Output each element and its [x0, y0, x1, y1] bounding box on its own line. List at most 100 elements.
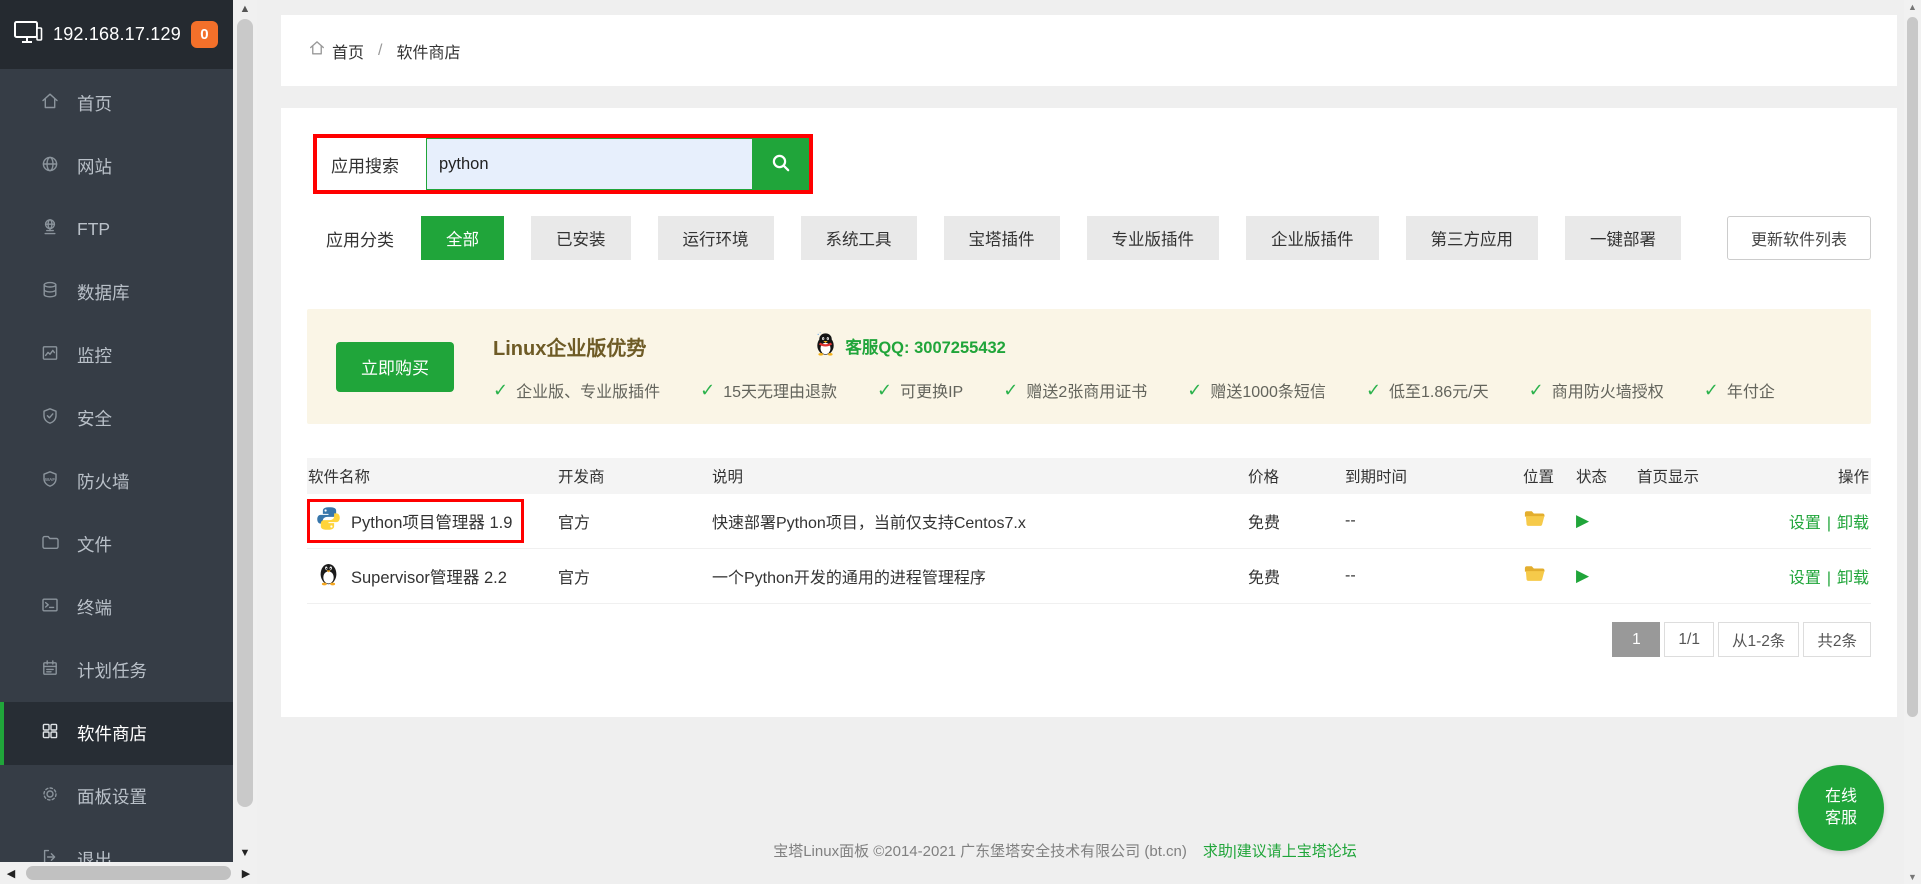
app-description: 快速部署Python项目，当前仅支持Centos7.x — [712, 509, 1248, 533]
sidebar-item-files[interactable]: 文件 — [0, 513, 233, 576]
page-range: 从1-2条 — [1718, 622, 1799, 657]
folder-icon[interactable] — [1523, 570, 1547, 587]
scroll-left-arrow-icon[interactable]: ◀ — [0, 867, 22, 880]
settings-link[interactable]: 设置 — [1789, 570, 1821, 587]
banner-title: Linux企业版优势 — [493, 332, 646, 361]
uninstall-link[interactable]: 卸载 — [1837, 515, 1869, 532]
server-monitor-icon — [13, 19, 43, 50]
vertical-scroll-thumb[interactable] — [237, 19, 253, 807]
page-scroll-thumb[interactable] — [1907, 17, 1918, 717]
tab-enterprise-plugins[interactable]: 企业版插件 — [1246, 216, 1379, 260]
page-vertical-scrollbar[interactable]: ▲ ▼ — [1904, 0, 1921, 884]
feature-item: ✓赠送1000条短信 — [1187, 378, 1326, 402]
app-price: 免费 — [1248, 564, 1345, 588]
feature-item: ✓商用防火墙授权 — [1529, 378, 1664, 402]
ftp-icon — [40, 217, 60, 242]
search-icon — [770, 152, 792, 177]
scroll-down-arrow-icon[interactable]: ▼ — [233, 847, 257, 859]
tab-all[interactable]: 全部 — [421, 216, 504, 260]
feature-item: ✓15天无理由退款 — [700, 378, 837, 402]
gear-icon — [40, 784, 60, 809]
tab-third-party[interactable]: 第三方应用 — [1406, 216, 1539, 260]
sidebar-item-settings[interactable]: 面板设置 — [0, 765, 233, 828]
check-icon: ✓ — [493, 380, 508, 401]
feature-list: ✓企业版、专业版插件 ✓15天无理由退款 ✓可更换IP ✓赠送2张商用证书 ✓赠… — [493, 378, 1775, 402]
feature-item: ✓可更换IP — [877, 378, 963, 402]
enterprise-promo-banner: 立即购买 Linux企业版优势 客服QQ: 3007255432 ✓企业版、专业… — [307, 309, 1871, 424]
tab-one-click-deploy[interactable]: 一键部署 — [1565, 216, 1681, 260]
folder-icon[interactable] — [1523, 515, 1547, 532]
app-search-group-annotated: 应用搜索 — [313, 134, 813, 194]
app-expire: -- — [1345, 512, 1523, 530]
check-icon: ✓ — [877, 380, 892, 401]
tab-installed[interactable]: 已安装 — [531, 216, 631, 260]
sidebar-item-security[interactable]: 安全 — [0, 387, 233, 450]
app-developer: 官方 — [558, 564, 712, 588]
database-icon — [40, 280, 60, 305]
check-icon: ✓ — [1366, 380, 1381, 401]
grid-icon — [40, 721, 60, 746]
buy-now-button[interactable]: 立即购买 — [336, 342, 454, 392]
support-qq[interactable]: 客服QQ: 3007255432 — [814, 331, 1006, 361]
page-number-current[interactable]: 1 — [1612, 622, 1660, 657]
server-ip[interactable]: 192.168.17.129 — [53, 24, 181, 45]
category-row: 应用分类 全部 已安装 运行环境 系统工具 宝塔插件 专业版插件 企业版插件 第… — [307, 216, 1871, 260]
uninstall-link[interactable]: 卸载 — [1837, 570, 1869, 587]
logout-icon — [40, 847, 60, 862]
sidebar-item-terminal[interactable]: 终端 — [0, 576, 233, 639]
sidebar-item-database[interactable]: 数据库 — [0, 261, 233, 324]
shield-check-icon — [40, 406, 60, 431]
breadcrumb-home-link[interactable]: 首页 — [308, 39, 364, 63]
table-row-supervisor-manager: Supervisor管理器 2.2 官方 一个Python开发的通用的进程管理程… — [307, 549, 1871, 604]
table-header-row: 软件名称 开发商 说明 价格 到期时间 位置 状态 首页显示 操作 — [307, 458, 1871, 494]
sidebar-item-logout[interactable]: 退出 — [0, 828, 233, 862]
running-status-icon[interactable]: ▶ — [1576, 511, 1589, 530]
app-price: 免费 — [1248, 509, 1345, 533]
sidebar-item-website[interactable]: 网站 — [0, 135, 233, 198]
update-software-list-button[interactable]: 更新软件列表 — [1727, 216, 1871, 260]
scroll-up-arrow-icon[interactable]: ▲ — [1904, 2, 1921, 12]
tab-pro-plugins[interactable]: 专业版插件 — [1087, 216, 1220, 260]
sidebar-item-app-store[interactable]: 软件商店 — [0, 702, 233, 765]
search-button[interactable] — [753, 138, 809, 190]
forum-link[interactable]: 求助|建议请上宝塔论坛 — [1203, 843, 1357, 860]
breadcrumb: 首页 / 软件商店 — [281, 15, 1897, 86]
sidebar-item-home[interactable]: 首页 — [0, 72, 233, 135]
online-service-button[interactable]: 在线 客服 — [1798, 765, 1884, 851]
sidebar-item-ftp[interactable]: FTP — [0, 198, 233, 261]
sidebar-menu: 首页 网站 FTP 数据库 监控 安全 WAF — [0, 69, 233, 862]
sidebar-item-cron[interactable]: 计划任务 — [0, 639, 233, 702]
terminal-icon — [40, 595, 60, 620]
monitor-chart-icon — [40, 343, 60, 368]
scroll-up-arrow-icon[interactable]: ▲ — [233, 3, 257, 15]
settings-link[interactable]: 设置 — [1789, 515, 1821, 532]
sidebar-vertical-scrollbar[interactable]: ▲ ▼ — [233, 0, 257, 862]
scroll-right-arrow-icon[interactable]: ▶ — [235, 867, 257, 880]
scroll-down-arrow-icon[interactable]: ▼ — [1904, 872, 1921, 882]
app-store-card: 应用搜索 应用分类 全部 已安装 运行环境 系统工具 宝塔插件 专业版插件 企业… — [281, 108, 1897, 717]
breadcrumb-current: 软件商店 — [396, 39, 460, 63]
table-row-python-manager: Python项目管理器 1.9 官方 快速部署Python项目，当前仅支持Cen… — [307, 494, 1871, 549]
tab-bt-plugins[interactable]: 宝塔插件 — [944, 216, 1060, 260]
bt-panel-screen: 192.168.17.129 0 首页 网站 FTP 数据库 监控 — [0, 0, 1921, 884]
annotated-app-name[interactable]: Python项目管理器 1.9 — [307, 499, 524, 543]
horizontal-scrollbar[interactable]: ◀ ▶ — [0, 862, 257, 884]
app-search-input[interactable] — [426, 138, 753, 190]
running-status-icon[interactable]: ▶ — [1576, 566, 1589, 585]
tux-linux-icon — [315, 560, 342, 592]
sidebar-item-monitor[interactable]: 监控 — [0, 324, 233, 387]
folder-outline-icon — [40, 532, 60, 557]
home-icon — [308, 39, 326, 62]
horizontal-scroll-thumb[interactable] — [26, 866, 231, 880]
app-name[interactable]: Supervisor管理器 2.2 — [351, 564, 507, 588]
app-description: 一个Python开发的通用的进程管理程序 — [712, 564, 1248, 588]
calendar-icon — [40, 658, 60, 683]
tab-runtime[interactable]: 运行环境 — [658, 216, 774, 260]
python-logo-icon — [315, 505, 342, 537]
total-count: 共2条 — [1803, 622, 1871, 657]
tab-system-tools[interactable]: 系统工具 — [801, 216, 917, 260]
sidebar-item-firewall[interactable]: WAF 防火墙 — [0, 450, 233, 513]
message-count-badge[interactable]: 0 — [191, 21, 218, 48]
copyright-text: 宝塔Linux面板 ©2014-2021 广东堡塔安全技术有限公司 (bt.cn… — [773, 843, 1187, 860]
main-content: 首页 / 软件商店 应用搜索 应用分类 全部 已安装 运行环境 — [257, 0, 1904, 884]
